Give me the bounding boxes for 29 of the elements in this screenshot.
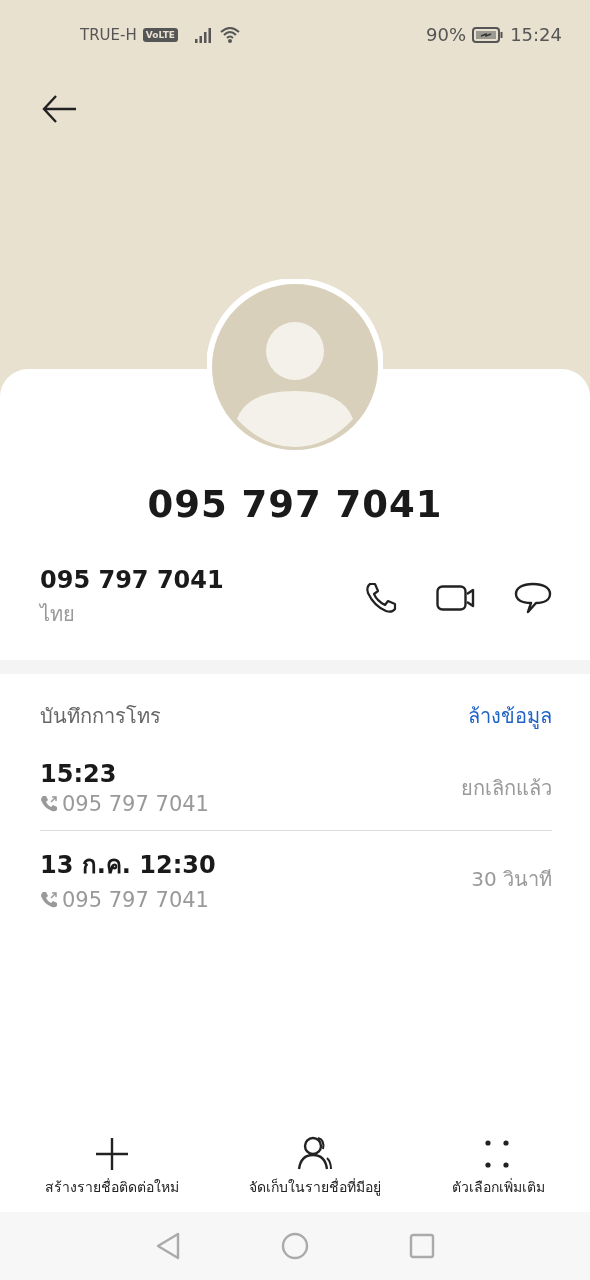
people-icon	[297, 1136, 334, 1172]
action-button[interactable]: จัดเก็บในรายชื่อที่มีอยู่	[249, 1136, 382, 1198]
battery-percent: 90%	[426, 24, 467, 45]
clock-time: 15:24	[510, 24, 562, 45]
battery-icon	[472, 25, 505, 44]
number-region: ไทย	[40, 601, 76, 628]
signal-icon	[193, 26, 214, 43]
call-status: ยกเลิกแล้ว	[461, 775, 552, 802]
outgoing-call-icon	[40, 795, 58, 813]
call-status: 30 วินาที	[471, 865, 552, 893]
call-number: 095 797 7041	[62, 888, 209, 912]
volte-badge: VoLTE	[142, 27, 178, 42]
carrier-name: TRUE-H	[80, 25, 137, 44]
section-title: บันทึกการโทร	[40, 703, 161, 730]
plus-icon	[94, 1136, 131, 1172]
call-time: 13 ก.ค. 12:30	[40, 850, 216, 881]
action-button[interactable]: สร้างรายชื่อติดต่อใหม่	[45, 1136, 180, 1198]
back-arrow-icon[interactable]	[42, 93, 78, 125]
message-icon[interactable]	[514, 582, 552, 614]
call-number: 095 797 7041	[62, 792, 209, 816]
clear-link[interactable]: ล้างข้อมูล	[468, 700, 552, 732]
video-call-icon[interactable]	[436, 585, 476, 611]
wifi-icon	[219, 25, 242, 44]
action-button[interactable]: ตัวเลือกเพิ่มเติม	[451, 1136, 545, 1198]
contact-title: 095 797 7041	[146, 483, 444, 526]
phone-icon[interactable]	[364, 581, 398, 615]
call-time: 15:23	[40, 760, 118, 788]
outgoing-call-icon	[40, 891, 58, 909]
phone-number: 095 797 7041	[40, 566, 224, 594]
